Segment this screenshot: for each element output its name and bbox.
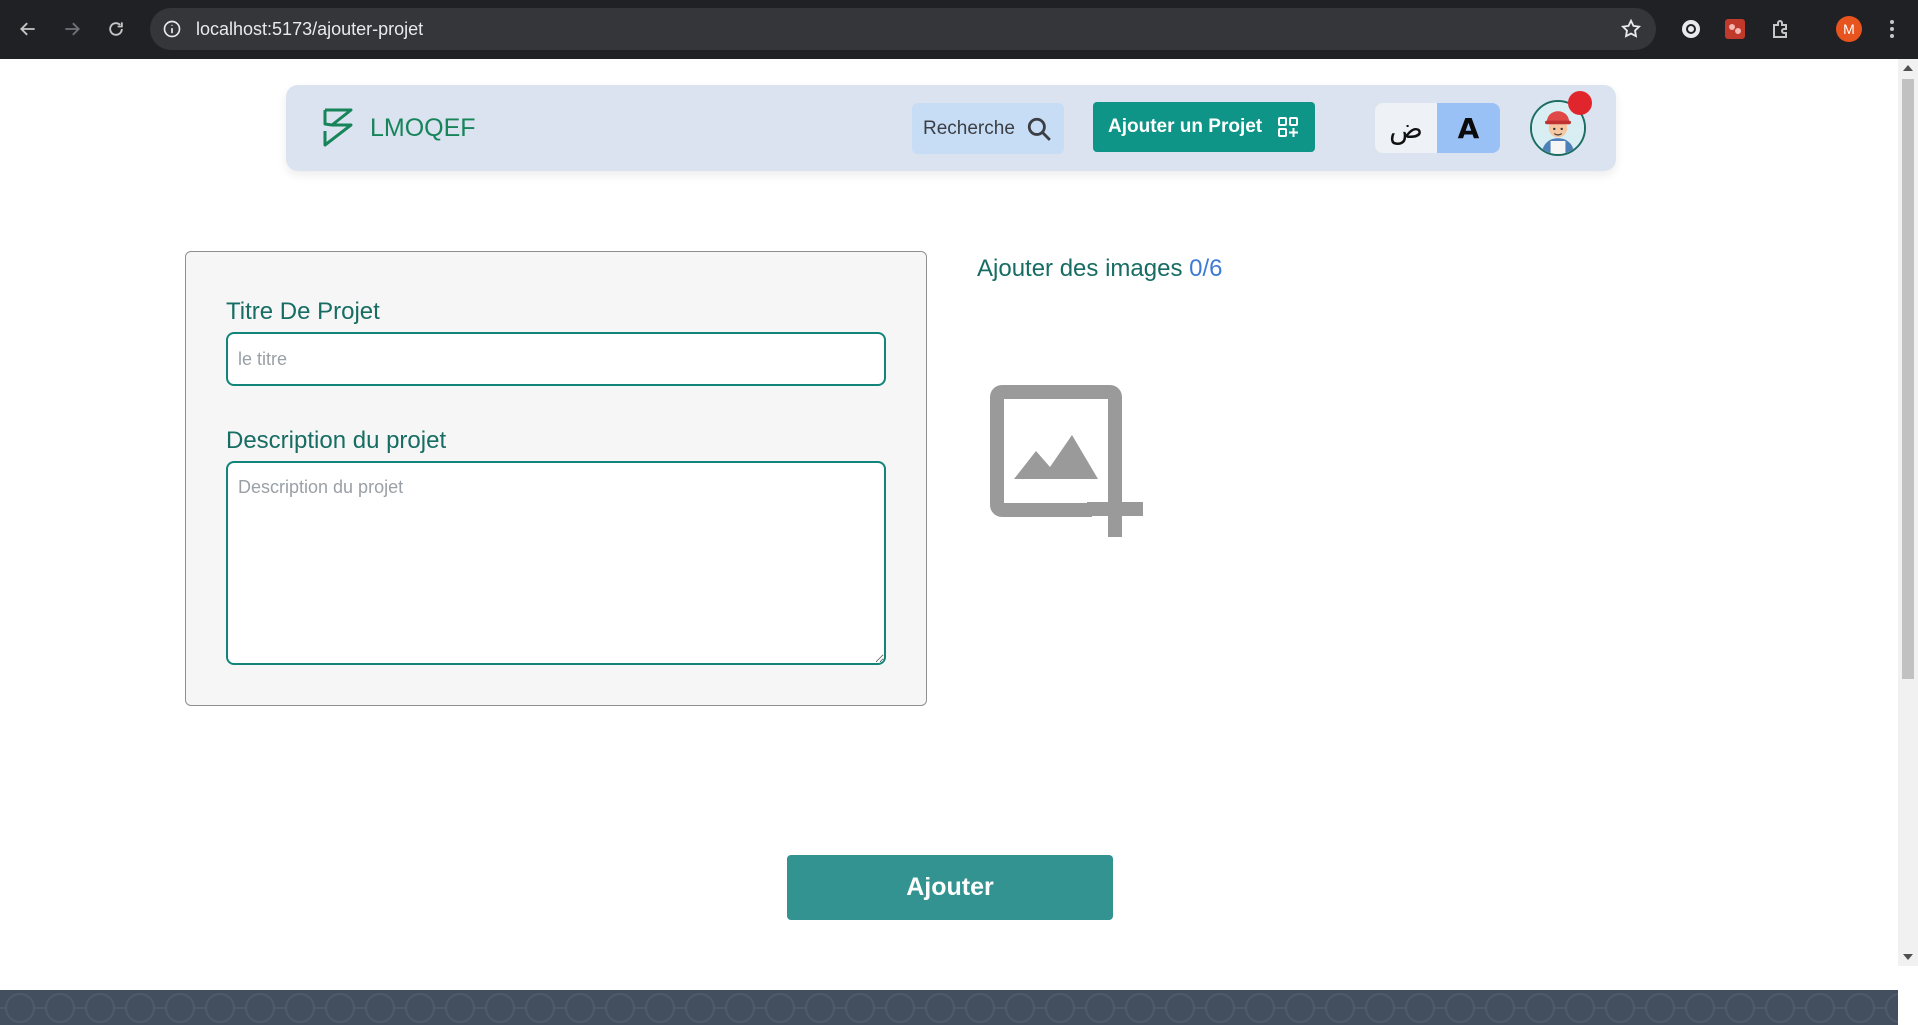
description-textarea[interactable] [226, 461, 886, 665]
description-label: Description du projet [226, 427, 447, 454]
reload-icon [109, 22, 123, 36]
puzzle-icon[interactable] [1769, 17, 1793, 41]
images-heading-text: Ajouter des images [977, 255, 1183, 282]
lang-french-button[interactable]: A [1437, 103, 1500, 153]
scrollbar[interactable] [1898, 59, 1918, 966]
add-photo-icon[interactable] [990, 385, 1150, 537]
notification-dot [1568, 91, 1592, 115]
search-label: Recherche [923, 118, 1015, 139]
arrow-left-icon [20, 22, 35, 36]
lang-arabic-button[interactable]: ض [1375, 103, 1437, 153]
add-project-button[interactable]: Ajouter un Projet [1093, 102, 1315, 152]
info-icon[interactable] [162, 19, 182, 39]
scrollbar-thumb[interactable] [1902, 79, 1914, 679]
footer-pattern [0, 990, 1898, 1025]
site-header: LMOQEF Recherche Ajouter un Projet ض A [286, 85, 1616, 171]
logo-text[interactable]: LMOQEF [370, 114, 476, 143]
extension-icon[interactable] [1723, 17, 1747, 41]
url-text[interactable]: localhost:5173/ajouter-projet [196, 19, 423, 40]
search-icon [1027, 117, 1051, 141]
title-input[interactable] [226, 332, 886, 386]
add-project-label: Ajouter un Projet [1108, 116, 1263, 137]
star-icon[interactable] [1620, 18, 1642, 40]
browser-toolbar: localhost:5173/ajouter-projet M [0, 0, 1918, 59]
footer [0, 990, 1898, 1025]
images-heading: Ajouter des images 0/6 [977, 255, 1223, 283]
address-bar[interactable]: localhost:5173/ajouter-projet [150, 8, 1656, 50]
back-button[interactable] [14, 15, 42, 43]
project-form-card: Titre De Projet Description du projet [185, 251, 927, 706]
images-count: 0/6 [1189, 255, 1223, 282]
extension-icon[interactable] [1679, 17, 1703, 41]
more-menu-icon[interactable] [1888, 17, 1896, 41]
search-button[interactable]: Recherche [912, 103, 1064, 154]
grid-plus-icon [1278, 117, 1298, 137]
reload-button[interactable] [102, 15, 130, 43]
page: LMOQEF Recherche Ajouter un Projet ض A T… [0, 59, 1898, 1025]
submit-button[interactable]: Ajouter [787, 855, 1113, 920]
arrow-right-icon [65, 22, 80, 36]
scroll-down-icon[interactable] [1903, 954, 1913, 960]
forward-button[interactable] [58, 15, 86, 43]
logo-icon[interactable] [322, 107, 354, 149]
profile-avatar[interactable]: M [1836, 16, 1862, 42]
scroll-up-icon[interactable] [1903, 65, 1913, 71]
title-label: Titre De Projet [226, 298, 380, 325]
